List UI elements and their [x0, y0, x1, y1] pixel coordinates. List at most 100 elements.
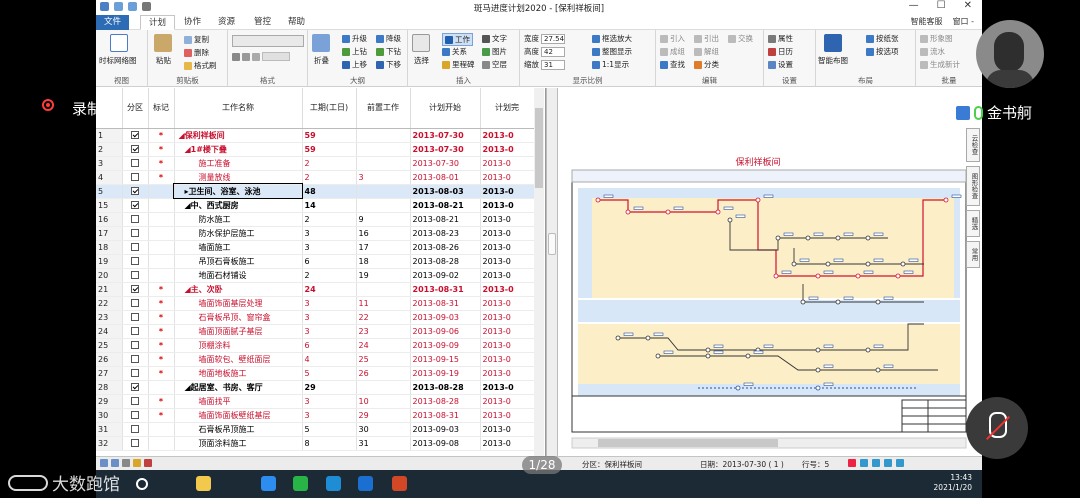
predecessor-cell[interactable] [356, 142, 411, 157]
duration-cell[interactable]: 2 [302, 170, 357, 185]
table-row[interactable]: 19 吊顶石膏板施工 6 18 2013-08-28 2013-0 [96, 254, 535, 269]
taskbar-clock[interactable]: 13:43 2021/1/20 [934, 473, 972, 493]
network-node[interactable] [705, 353, 711, 359]
network-node[interactable] [705, 347, 711, 353]
work-label-box[interactable] [903, 270, 914, 274]
task-name-cell[interactable]: 墙面饰面基层处理 [174, 296, 303, 311]
chart-view-icon[interactable] [111, 459, 119, 467]
partition-checkbox[interactable] [122, 240, 149, 255]
checkbox-icon[interactable] [131, 368, 139, 377]
predecessor-cell[interactable]: 9 [356, 212, 411, 227]
settings-button[interactable]: 设置 [778, 59, 793, 70]
work-label-box[interactable] [723, 206, 734, 210]
partition-checkbox[interactable] [122, 324, 149, 339]
plan-end-cell[interactable]: 2013-0 [480, 240, 535, 255]
font-color-icon[interactable] [242, 52, 250, 61]
properties-button[interactable]: 属性 [778, 33, 793, 44]
checkbox-icon[interactable] [131, 214, 139, 223]
checkbox-icon[interactable] [131, 228, 139, 237]
predecessor-cell[interactable]: 3 [356, 170, 411, 185]
zebra-app-icon[interactable] [326, 476, 341, 491]
table-row[interactable]: 5 ▸卫生间、浴室、泳池 48 2013-08-03 2013-0 [96, 183, 535, 199]
predecessor-cell[interactable] [356, 156, 411, 171]
network-node[interactable] [773, 273, 779, 279]
line-style-icon[interactable] [252, 52, 260, 61]
table-row[interactable]: 27 * 地面地板施工 5 26 2013-09-19 2013-0 [96, 366, 535, 381]
task-name-cell[interactable]: 测量放线 [174, 170, 303, 185]
tab-help[interactable]: 帮助 [280, 15, 313, 30]
ime-icon[interactable] [848, 459, 856, 467]
table-row[interactable]: 22 * 墙面饰面基层处理 3 11 2013-08-31 2013-0 [96, 296, 535, 311]
partition-checkbox[interactable] [122, 226, 149, 241]
checkbox-icon[interactable] [131, 382, 139, 391]
table-row[interactable]: 4 * 测量放线 2 3 2013-08-01 2013-0 [96, 170, 535, 185]
partition-checkbox[interactable] [122, 380, 149, 395]
work-label-box[interactable] [663, 350, 674, 354]
plan-start-cell[interactable]: 2013-09-03 [410, 422, 481, 437]
plan-start-cell[interactable]: 2013-08-21 [410, 212, 481, 227]
work-label-box[interactable] [783, 232, 794, 236]
table-row[interactable]: 25 * 顶棚涂料 6 24 2013-09-09 2013-0 [96, 338, 535, 353]
plan-start-cell[interactable]: 2013-08-03 [410, 184, 481, 199]
mark-header[interactable]: 标记 [148, 88, 175, 129]
network-node[interactable] [595, 197, 601, 203]
work-label-box[interactable] [873, 344, 884, 348]
checkbox-icon[interactable] [131, 130, 139, 139]
minimize-icon[interactable]: — [909, 0, 919, 11]
by-option-button[interactable]: 按选项 [876, 46, 899, 57]
partition-checkbox[interactable] [122, 254, 149, 269]
task-name-cell[interactable]: ◢中、西式厨房 [174, 198, 303, 213]
fill-color-icon[interactable] [232, 52, 240, 61]
tab-control[interactable]: 管控 [246, 15, 279, 30]
keyboard-icon[interactable] [884, 459, 892, 467]
task-name-cell[interactable]: ◢1#楼下叠 [174, 142, 303, 157]
network-node[interactable] [835, 299, 841, 305]
chart-hscroll-thumb[interactable] [598, 439, 778, 447]
work-label-box[interactable] [843, 296, 854, 300]
network-node[interactable] [825, 261, 831, 267]
checkbox-icon[interactable] [131, 354, 139, 363]
work-label-box[interactable] [833, 258, 844, 262]
plan-start-cell[interactable]: 2013-09-19 [410, 366, 481, 381]
plan-end-cell[interactable]: 2013-0 [480, 352, 535, 367]
swap-button[interactable]: 交换 [738, 33, 753, 44]
plan-end-cell[interactable]: 2013-0 [480, 170, 535, 185]
table-row[interactable]: 3 * 施工准备 2 2013-07-30 2013-0 [96, 156, 535, 171]
plan-start-cell[interactable]: 2013-08-28 [410, 380, 481, 395]
network-node[interactable] [775, 235, 781, 241]
plan-end-cell[interactable]: 2013-0 [480, 128, 535, 143]
table-row[interactable]: 18 墙面施工 3 17 2013-08-26 2013-0 [96, 240, 535, 255]
plan-start-cell[interactable]: 2013-08-01 [410, 170, 481, 185]
paste-button[interactable]: 粘贴 [156, 55, 171, 66]
line-width-select[interactable] [262, 52, 290, 61]
mute-mic-button[interactable] [966, 397, 1028, 459]
actual-size-button[interactable]: 1:1显示 [602, 59, 629, 70]
task-name-cell[interactable]: 防水保护层施工 [174, 226, 303, 241]
participant-avatar[interactable] [976, 20, 1044, 88]
work-label-box[interactable] [603, 194, 614, 198]
work-label-box[interactable] [908, 258, 919, 262]
checkbox-icon[interactable] [131, 186, 139, 195]
select-button[interactable]: 选择 [414, 55, 429, 66]
network-node[interactable] [625, 209, 631, 215]
predecessor-cell[interactable] [356, 380, 411, 395]
plan-end-cell[interactable]: 2013-0 [480, 366, 535, 381]
checkbox-icon[interactable] [131, 326, 139, 335]
task-name-cell[interactable]: ◢主、次卧 [174, 282, 303, 297]
table-row[interactable]: 28 ◢起居室、书房、客厅 29 2013-08-28 2013-0 [96, 380, 535, 395]
side-tab-cloud-check[interactable]: 云检查 [966, 128, 980, 162]
plan-start-cell[interactable]: 2013-08-26 [410, 240, 481, 255]
checkbox-icon[interactable] [131, 438, 139, 447]
task-name-cell[interactable]: 顶棚涂料 [174, 338, 303, 353]
network-node[interactable] [865, 347, 871, 353]
plan-end-cell[interactable]: 2013-0 [480, 282, 535, 297]
predecessor-header[interactable]: 前置工作 [356, 88, 411, 129]
partition-checkbox[interactable] [122, 184, 149, 199]
network-node[interactable] [615, 335, 621, 341]
window-menu-button[interactable]: 窗口 - [953, 16, 974, 27]
duration-cell[interactable]: 3 [302, 226, 357, 241]
layout-icon[interactable] [144, 459, 152, 467]
partition-checkbox[interactable] [122, 198, 149, 213]
plan-start-cell[interactable]: 2013-08-31 [410, 282, 481, 297]
work-label-box[interactable] [951, 194, 962, 198]
